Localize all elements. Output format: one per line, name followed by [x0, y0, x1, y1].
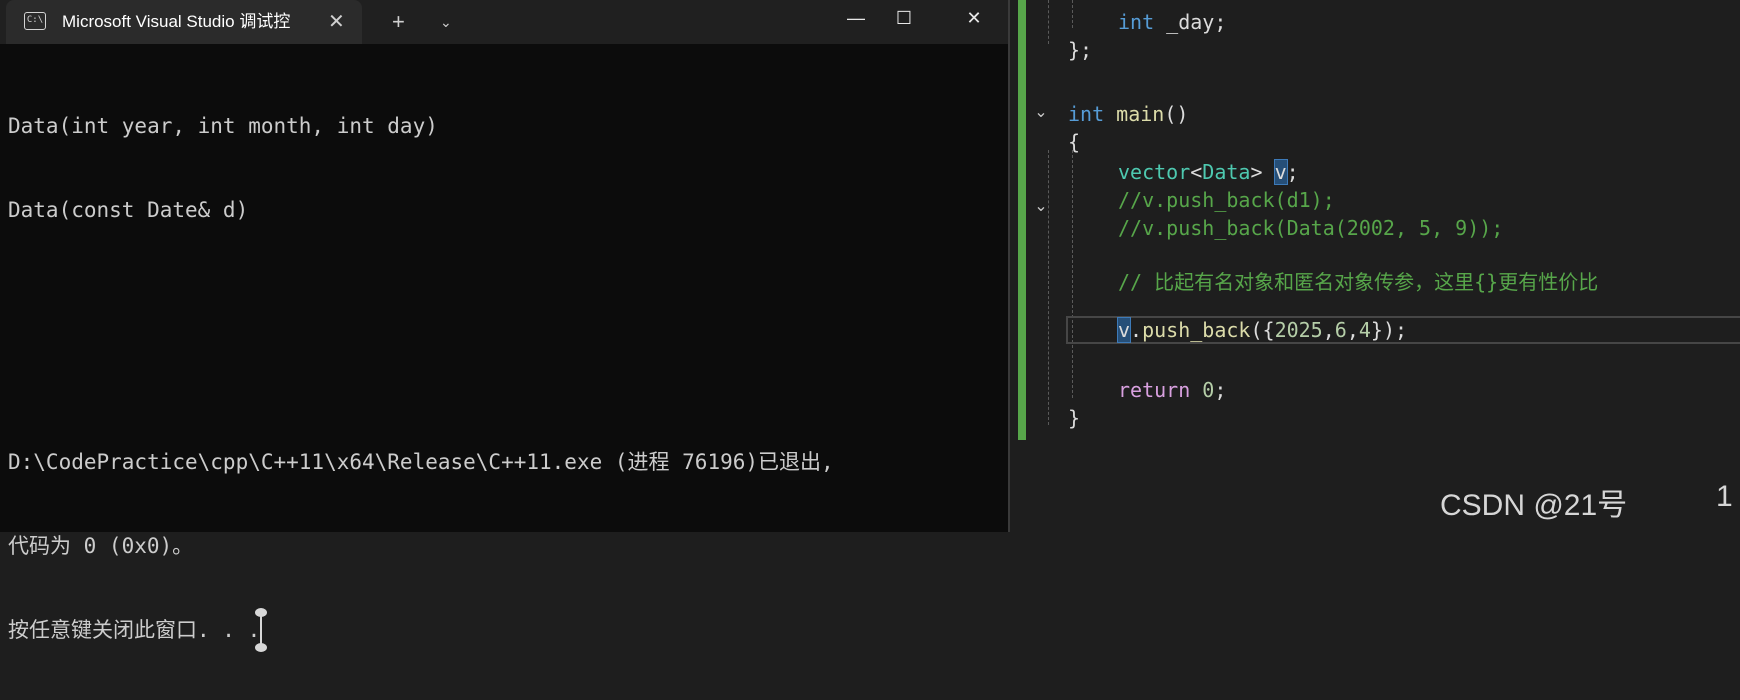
watermark-text: CSDN @21号 [1440, 489, 1628, 522]
code-editor[interactable]: ⌄ ⌄ int _day; }; int main() { vector<Dat… [1008, 0, 1740, 532]
tab-dropdown-icon[interactable]: ⌄ [440, 0, 452, 44]
terminal-line: Data(const Date& d) [8, 198, 249, 222]
terminal-tab-bar: C:\ Microsoft Visual Studio 调试控 ✕ + ⌄ — … [0, 0, 1008, 44]
code-line: //v.push_back(Data(2002, 5, 9)); [1118, 216, 1504, 240]
tab-title: Microsoft Visual Studio 调试控 [62, 12, 291, 31]
tab-close-icon[interactable]: ✕ [328, 0, 345, 44]
code-line: { [1068, 130, 1081, 154]
highlighted-symbol: v [1273, 159, 1288, 185]
terminal-line: 按任意键关闭此窗口. . . [8, 608, 1000, 652]
terminal-line: D:\CodePractice\cpp\C++11\x64\Release\C+… [8, 450, 834, 474]
code-line: vector<Data> v; [1118, 159, 1299, 185]
terminal-output[interactable]: Data(int year, int month, int day) Data(… [8, 56, 1000, 700]
code-line: v.push_back({2025,6,4}); [1116, 317, 1408, 343]
code-line: int main() [1068, 102, 1189, 126]
new-tab-button[interactable]: + [392, 0, 405, 44]
code-line: int _day; [1118, 10, 1227, 34]
code-line: return 0; [1118, 378, 1227, 402]
corner-digit: 1 [1716, 480, 1733, 513]
terminal-window[interactable]: C:\ Microsoft Visual Studio 调试控 ✕ + ⌄ — … [0, 0, 1008, 652]
text-cursor-icon [255, 608, 268, 652]
console-icon: C:\ [24, 12, 46, 30]
terminal-line: 代码为 0 (0x0)。 [8, 534, 194, 558]
terminal-line: Data(int year, int month, int day) [8, 114, 438, 138]
window-close-button[interactable]: ✕ [944, 0, 1004, 36]
code-lines[interactable]: int _day; }; int main() { vector<Data> v… [1010, 0, 1740, 430]
code-line: // 比起有名对象和匿名对象传参，这里{}更有性价比 [1118, 270, 1599, 294]
maximize-button[interactable]: ☐ [874, 0, 934, 36]
code-line: }; [1068, 38, 1093, 62]
terminal-tab[interactable]: C:\ Microsoft Visual Studio 调试控 ✕ [6, 0, 362, 44]
code-line: } [1068, 406, 1081, 430]
terminal-prompt: 按任意键关闭此窗口. . . [8, 618, 261, 642]
highlighted-symbol: v [1116, 317, 1132, 343]
code-line: //v.push_back(d1); [1118, 188, 1335, 212]
